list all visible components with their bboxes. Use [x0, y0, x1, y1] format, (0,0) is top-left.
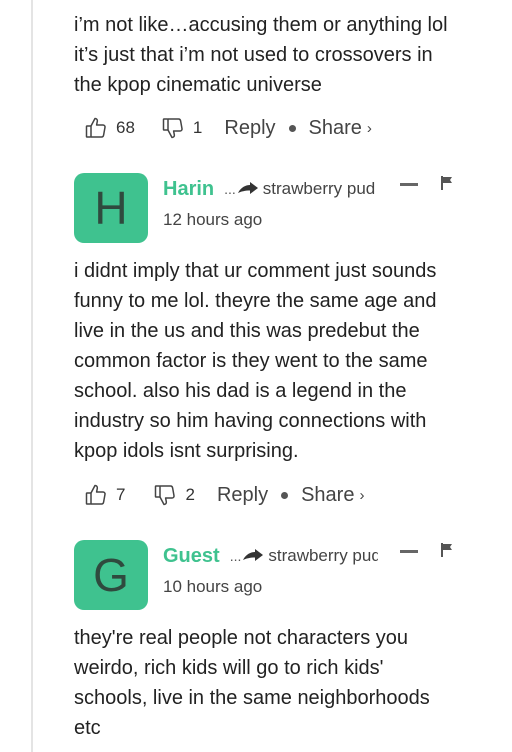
avatar-letter: H — [94, 182, 128, 234]
comment-timestamp: 12 hours ago — [163, 210, 263, 229]
avatar[interactable]: G — [74, 540, 148, 610]
comment-header: Guest ... strawberry pudding — [163, 543, 378, 569]
upvote-count: 68 — [116, 118, 135, 137]
comment-line: they're real people not characters you — [74, 627, 409, 649]
reply-button[interactable]: Reply — [224, 117, 275, 140]
share-button[interactable]: Share — [301, 484, 354, 507]
separator-dot — [288, 124, 296, 132]
avatar-letter: G — [93, 549, 129, 601]
thumbs-up-icon[interactable] — [84, 116, 108, 140]
reply-indicator: ... — [224, 181, 259, 197]
flag-icon[interactable] — [440, 176, 454, 190]
separator-dot — [281, 491, 289, 499]
comment-line: the kpop cinematic universe — [74, 74, 322, 96]
comment-line: weirdo, rich kids will go to rich kids' — [74, 657, 384, 679]
comment-line: schools, live in the same neighborhoods — [74, 687, 430, 709]
thread-line — [31, 0, 33, 752]
comment-line: school. also his dad is a legend in the — [74, 380, 407, 402]
reply-arrow-icon — [237, 182, 258, 194]
minimize-icon[interactable] — [400, 550, 418, 553]
comment-line: i didnt imply that ur comment just sound… — [74, 260, 437, 282]
comment-body: i’m not like…accusing them or anything l… — [74, 10, 494, 100]
reply-prefix: ... — [224, 181, 236, 197]
comment-line: funny to me lol. theyre the same age and — [74, 290, 437, 312]
comment-body: i didnt imply that ur comment just sound… — [74, 256, 494, 466]
comment-header: Harin ... strawberry pud — [163, 176, 379, 202]
downvote-count: 2 — [185, 485, 195, 504]
comment-timestamp: 10 hours ago — [163, 577, 263, 596]
chevron-right-icon: › — [366, 119, 372, 137]
author-name[interactable]: Guest — [163, 545, 220, 568]
avatar[interactable]: H — [74, 173, 148, 243]
reply-button[interactable]: Reply — [217, 484, 268, 507]
reply-to-user[interactable]: strawberry pudding — [268, 546, 378, 566]
flag-icon[interactable] — [440, 543, 454, 557]
thumbs-up-icon[interactable] — [84, 483, 108, 507]
reply-prefix: ... — [229, 548, 242, 564]
upvote-count: 7 — [116, 485, 126, 504]
author-name[interactable]: Harin — [163, 178, 214, 201]
comment-line: common factor is they went to the same — [74, 350, 428, 372]
share-button[interactable]: Share — [309, 117, 362, 140]
comment-line: i’m not like…accusing them or anything l… — [74, 14, 448, 36]
thumbs-down-icon[interactable] — [153, 483, 177, 507]
comment-actions: 68 1 Reply Share › — [84, 113, 372, 143]
thumbs-down-icon[interactable] — [161, 116, 185, 140]
comment-line: industry so him having connections with — [74, 410, 427, 432]
comment-line: it’s just that i’m not used to crossover… — [74, 44, 433, 66]
comment-line: kpop idols isnt surprising. — [74, 440, 299, 462]
chevron-right-icon: › — [359, 486, 365, 504]
comment-actions: 7 2 Reply Share › — [84, 480, 364, 510]
reply-arrow-icon — [243, 549, 264, 561]
comment-line: etc — [74, 717, 101, 739]
comment-body: they're real people not characters you w… — [74, 623, 494, 743]
minimize-icon[interactable] — [400, 183, 418, 186]
reply-to-user[interactable]: strawberry pud — [263, 179, 379, 199]
comment-line: live in the us and this was predebut the — [74, 320, 420, 342]
reply-indicator: ... — [230, 548, 265, 564]
downvote-count: 1 — [192, 118, 203, 137]
